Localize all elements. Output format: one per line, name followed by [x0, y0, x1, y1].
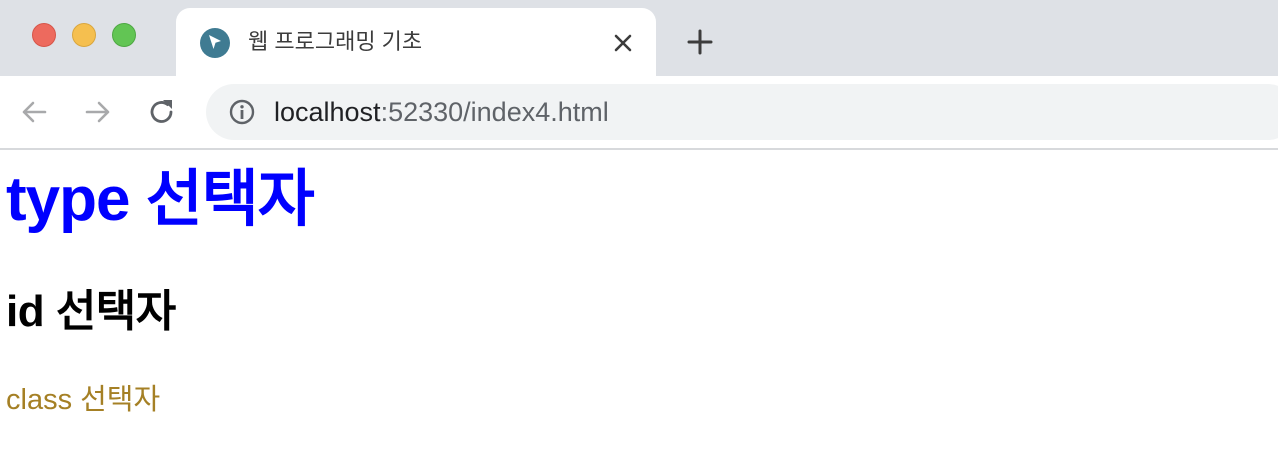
reload-icon[interactable] [146, 96, 178, 128]
tab-close-icon[interactable] [610, 30, 636, 56]
browser-tab-active[interactable]: 웹 프로그래밍 기초 [176, 8, 656, 76]
new-tab-plus-icon[interactable] [686, 28, 714, 56]
address-bar[interactable]: localhost:52330/index4.html [206, 84, 1278, 140]
info-icon[interactable] [228, 98, 256, 126]
cursor-arrow-icon [200, 28, 230, 58]
browser-titlebar: 웹 프로그래밍 기초 [0, 0, 1278, 76]
back-arrow-icon[interactable] [18, 96, 50, 128]
forward-arrow-icon[interactable] [82, 96, 114, 128]
window-maximize-button[interactable] [112, 23, 136, 47]
url-path: :52330/index4.html [380, 97, 609, 127]
class-selector-paragraph: class 선택자 [6, 384, 161, 416]
browser-toolbar: localhost:52330/index4.html [0, 76, 1278, 150]
page-content: type 선택자 id 선택자 class 선택자 [0, 150, 1278, 470]
tab-title: 웹 프로그래밍 기초 [248, 29, 423, 54]
url-host: localhost [274, 97, 381, 127]
id-selector-heading: id 선택자 [6, 287, 176, 336]
window-minimize-button[interactable] [72, 23, 96, 47]
window-close-button[interactable] [32, 23, 56, 47]
type-selector-heading: type 선택자 [6, 165, 315, 234]
url-text[interactable]: localhost:52330/index4.html [274, 96, 609, 128]
